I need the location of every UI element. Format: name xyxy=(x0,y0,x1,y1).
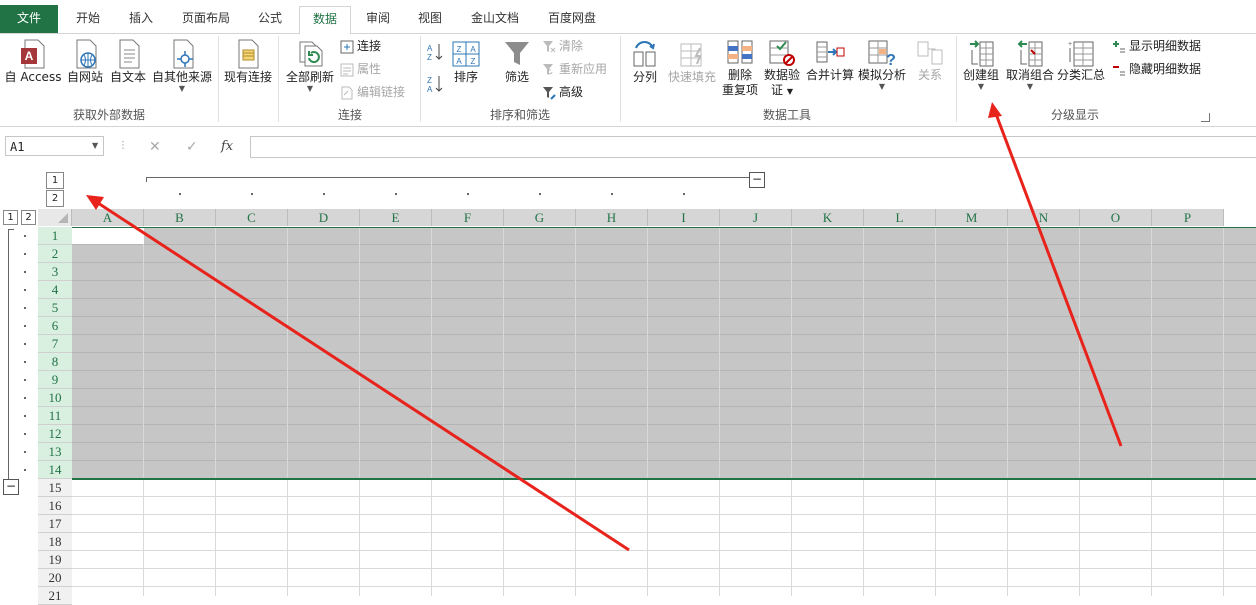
annotation-arrow-left xyxy=(97,201,630,552)
annotation-arrow-right xyxy=(994,113,1123,447)
arrow-head-icon xyxy=(86,195,104,210)
annotation-arrows xyxy=(86,102,1123,552)
arrow-head-icon xyxy=(988,102,1002,118)
